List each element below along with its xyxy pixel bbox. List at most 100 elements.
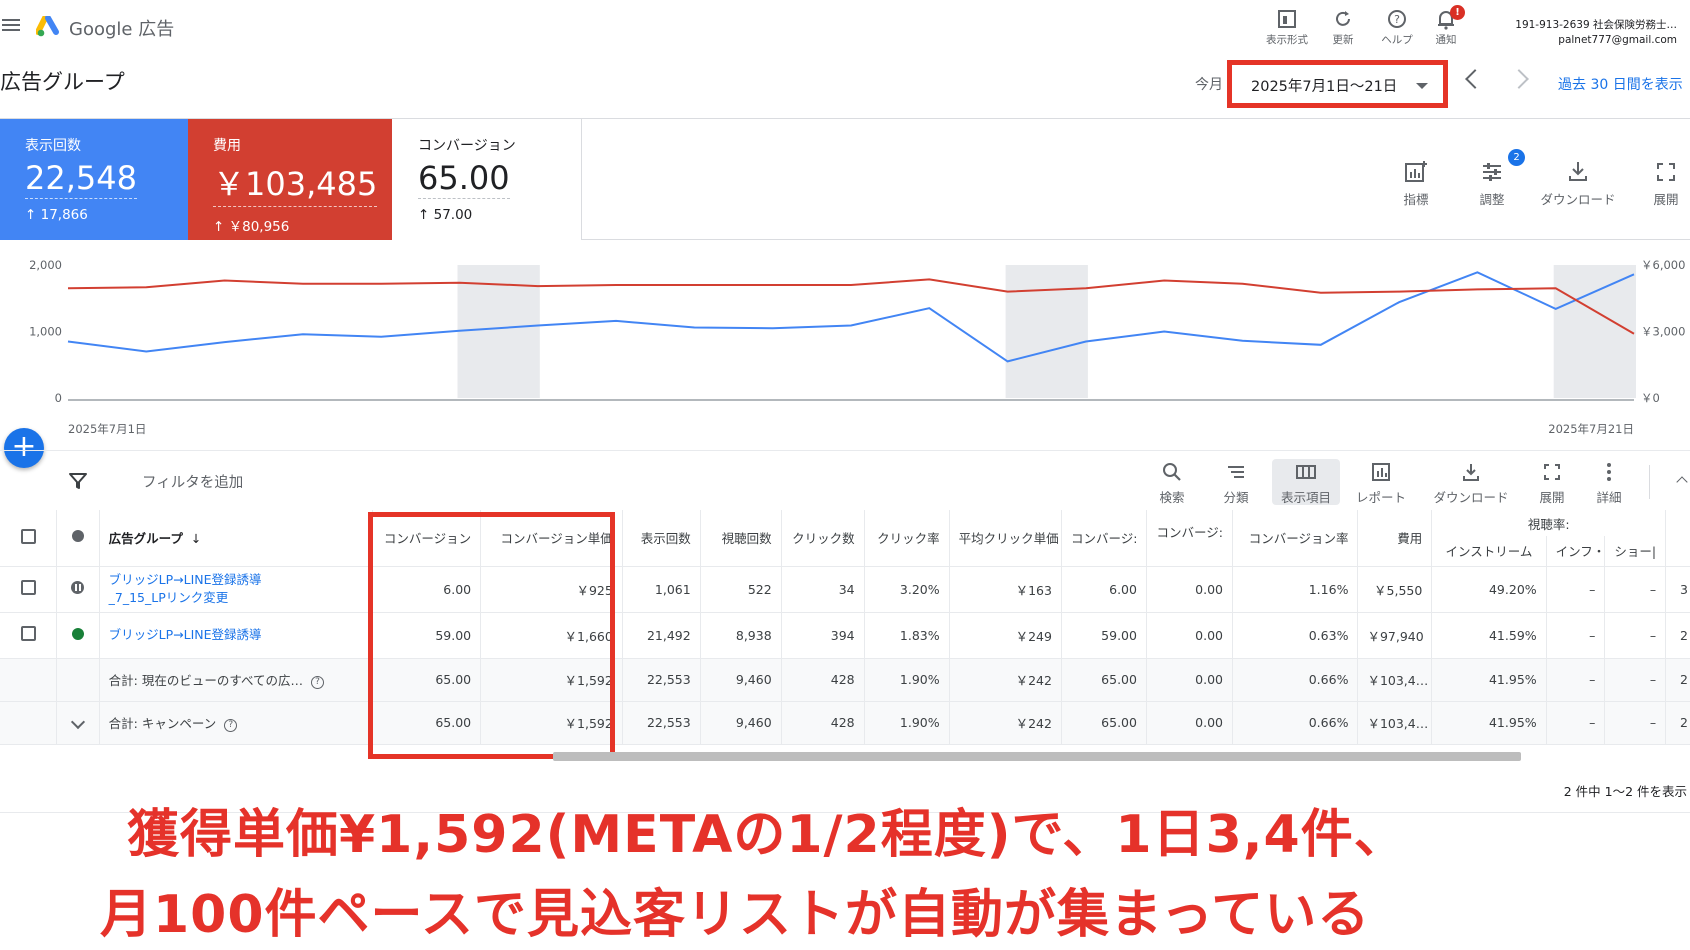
last-30-days-link[interactable]: 過去 30 日間を表示: [1558, 74, 1683, 94]
header-avg-cpc[interactable]: 平均クリック単価: [949, 510, 1062, 567]
refresh-button[interactable]: 更新: [1323, 8, 1363, 47]
cell-view-rate-infeed: –: [1546, 566, 1606, 613]
cell-overflow: 2: [1665, 658, 1690, 702]
header-cost[interactable]: 費用: [1357, 510, 1433, 567]
header-impressions[interactable]: 表示回数: [622, 510, 701, 567]
total-row-campaign: 合計: キャンペーン? 65.00 ￥1,592 22,553 9,460 42…: [0, 701, 1690, 745]
columns-button[interactable]: 表示項目: [1272, 459, 1340, 505]
refresh-label: 更新: [1332, 34, 1354, 46]
header-view-rate-infeed[interactable]: インフ・: [1546, 536, 1606, 567]
horizontal-scrollbar[interactable]: [553, 752, 1521, 761]
report-button[interactable]: レポート: [1352, 459, 1410, 505]
status-header[interactable]: [56, 510, 100, 567]
cell-ctr: 3.20%: [864, 566, 950, 613]
product-name: Google 広告: [69, 19, 175, 40]
header-conversions-2[interactable]: コンバージ:: [1061, 510, 1147, 567]
scorecard-label: 表示回数: [25, 138, 81, 154]
cell-overflow: 2: [1665, 612, 1690, 659]
arrow-down-icon: ↓: [190, 531, 202, 547]
scorecard-conversions[interactable]: コンバージョン 65.00 ↑ 57.00: [392, 119, 582, 240]
more-button[interactable]: 詳細: [1594, 459, 1624, 505]
row-checkbox[interactable]: [20, 626, 36, 641]
table-expand-button[interactable]: 展開: [1537, 459, 1567, 505]
total-empty-cell: [56, 658, 100, 702]
scorecard-label: コンバージョン: [418, 138, 516, 154]
header-ad-group-label: 広告グループ: [108, 531, 183, 547]
cell-conversions-3: 0.00: [1146, 612, 1233, 659]
segment-button[interactable]: 分類: [1214, 459, 1258, 505]
filter-icon[interactable]: [68, 471, 88, 491]
date-range-picker[interactable]: 2025年7月1日〜21日: [1227, 60, 1448, 108]
next-period-icon[interactable]: [1509, 69, 1529, 89]
header-views[interactable]: 視聴回数: [700, 510, 782, 567]
report-label: レポート: [1355, 490, 1406, 505]
report-icon: [1372, 463, 1390, 481]
y-left-tick-label: 0: [55, 391, 62, 405]
header-ad-group[interactable]: 広告グループ ↓: [99, 510, 373, 567]
y-right-tick-label: ￥3,000: [1641, 325, 1685, 339]
download-icon: [1463, 464, 1479, 481]
help-icon[interactable]: ?: [224, 719, 238, 732]
scorecard-value: 65.00: [418, 159, 510, 199]
adjust-icon: [1483, 163, 1501, 181]
weekend-band: [1005, 265, 1088, 398]
date-range-value: 2025年7月1日〜21日: [1251, 79, 1398, 95]
ad-group-link[interactable]: ブリッジLP→LINE登録誘導_7_15_LPリンク変更: [109, 571, 269, 607]
adjust-button[interactable]: 2 調整: [1472, 149, 1525, 208]
row-name-cell: ブリッジLP→LINE登録誘導: [99, 612, 373, 659]
y-left-tick-label: 1,000: [29, 325, 62, 339]
menu-icon[interactable]: [2, 16, 20, 34]
date-preset-label: 今月: [1195, 77, 1223, 93]
scorecard-value: ￥103,485: [213, 159, 378, 207]
metrics-button[interactable]: 指標: [1396, 159, 1436, 208]
segment-label: 分類: [1223, 490, 1249, 505]
table-search-button[interactable]: 検索: [1150, 459, 1194, 505]
cell-view-rate-shorts: –: [1604, 612, 1667, 659]
cell-clicks: 394: [781, 612, 865, 659]
add-filter-button[interactable]: フィルタを追加: [142, 471, 243, 492]
table-download-button[interactable]: ダウンロード: [1430, 459, 1512, 505]
expand-cell: [56, 701, 100, 745]
cell-cost: ￥97,940: [1357, 612, 1433, 659]
cell-conversion-rate: 0.66%: [1232, 658, 1359, 702]
cell-view-rate-instream: 41.59%: [1431, 612, 1547, 659]
scorecard-cost[interactable]: 費用 ￥103,485 ↑ ￥80,956: [188, 119, 392, 240]
account-id: 191-913-2639 社会保険労務士…: [1515, 19, 1677, 31]
header-view-rate-group[interactable]: 視聴率:: [1431, 510, 1667, 536]
cell-impressions: 1,061: [622, 566, 701, 613]
cell-view-rate-instream: 41.95%: [1431, 658, 1547, 702]
notifications-button[interactable]: ! 通知: [1428, 5, 1465, 47]
row-checkbox[interactable]: [20, 580, 36, 595]
google-ads-logo-icon: [36, 16, 59, 37]
ad-group-link[interactable]: ブリッジLP→LINE登録誘導: [109, 626, 363, 644]
enabled-status-icon[interactable]: [71, 627, 84, 640]
header-view-rate-instream[interactable]: インストリーム: [1431, 536, 1547, 567]
header-ctr[interactable]: クリック率: [864, 510, 950, 567]
scorecard-impressions[interactable]: 表示回数 22,548 ↑ 17,866: [0, 119, 188, 240]
account-switcher[interactable]: 191-913-2639 社会保険労務士… palnet777@gmail.co…: [1515, 18, 1677, 48]
x-tick-label: 2025年7月1日: [68, 422, 146, 436]
chevron-up-icon[interactable]: [1676, 476, 1688, 488]
view-format-button[interactable]: 表示形式: [1262, 8, 1312, 47]
cell-view-rate-instream: 41.95%: [1431, 701, 1547, 745]
view-format-icon: [1278, 10, 1296, 28]
header-conversions-3[interactable]: コンバージ:: [1146, 510, 1233, 567]
total-label: 合計: 現在のビューのすべての広…: [108, 673, 303, 688]
help-icon[interactable]: ?: [310, 676, 324, 689]
chevron-down-icon[interactable]: [70, 714, 85, 730]
header-clicks[interactable]: クリック数: [781, 510, 865, 567]
paused-icon[interactable]: [71, 581, 85, 594]
chart-expand-button[interactable]: 展開: [1650, 159, 1682, 208]
table-header-row: 広告グループ ↓ コンバージョン コンバージョン単価 表示回数 視聴回数 クリック…: [0, 510, 1690, 567]
select-all-cell: [0, 510, 58, 567]
header-view-rate-shorts[interactable]: ショー|: [1604, 536, 1667, 567]
header-conversion-rate[interactable]: コンバージョン率: [1232, 510, 1359, 567]
select-all-checkbox[interactable]: [20, 528, 36, 544]
cell-view-rate-infeed: –: [1546, 658, 1606, 702]
cell-ctr: 1.90%: [864, 701, 950, 745]
cell-view-rate-infeed: –: [1546, 701, 1606, 745]
previous-period-icon[interactable]: [1465, 69, 1485, 89]
help-button[interactable]: ? ヘルプ: [1374, 8, 1420, 47]
cell-clicks: 428: [781, 701, 865, 745]
chart-download-button[interactable]: ダウンロード: [1538, 159, 1618, 208]
